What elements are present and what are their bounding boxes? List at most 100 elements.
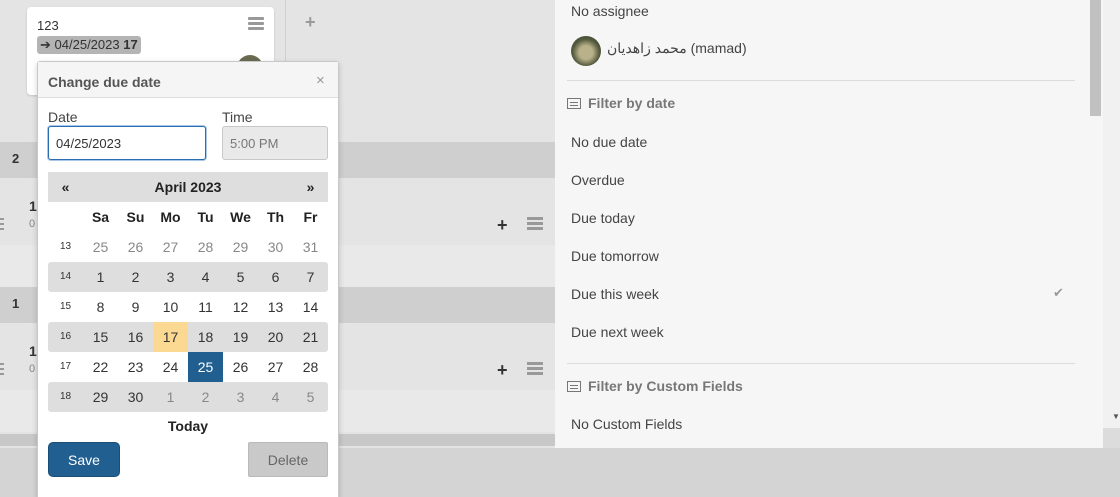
filter-due-this-week[interactable]: Due this week [571,286,659,302]
filter-overdue[interactable]: Overdue [571,172,625,188]
calendar-day[interactable]: 23 [118,352,153,382]
add-card-button[interactable]: + [497,215,508,236]
filter-no-due-date[interactable]: No due date [571,134,647,150]
calendar-day[interactable]: 3 [223,382,258,412]
calendar-day[interactable]: 10 [153,292,188,322]
calendar-day[interactable]: 7 [293,262,328,292]
calendar-day[interactable]: 26 [223,352,258,382]
calendar-day[interactable]: 29 [223,232,258,262]
list-menu-icon[interactable] [527,217,543,232]
calendar-day[interactable]: 20 [258,322,293,352]
filter-due-next-week[interactable]: Due next week [571,324,664,340]
due-date-text: 04/25/2023 [54,37,120,52]
calendar-day[interactable]: 4 [188,262,223,292]
calendar-day[interactable]: 29 [83,382,118,412]
calendar-day[interactable]: 12 [223,292,258,322]
calendar-day[interactable]: 9 [118,292,153,322]
calendar-day[interactable]: 30 [258,232,293,262]
calendar-week-row: 15 8 9 10 11 12 13 14 [48,292,328,322]
calendar-day[interactable]: 28 [188,232,223,262]
calendar-day[interactable]: 30 [118,382,153,412]
calendar-day[interactable]: 1 [153,382,188,412]
calendar-day[interactable]: 14 [293,292,328,322]
list-menu-icon[interactable] [527,362,543,377]
calendar-day[interactable]: 25 [83,232,118,262]
divider [567,363,1075,364]
calendar-day[interactable]: 19 [223,322,258,352]
sidebar-scrollbar-track[interactable] [1103,0,1120,428]
week-number: 15 [59,301,72,312]
time-label: Time [222,109,253,125]
week-number: 13 [59,241,72,252]
weekday-header: We [230,209,251,225]
calendar-day[interactable]: 25 [188,352,223,382]
weekday-header: Fr [303,209,318,225]
weekday-header-row: Sa Su Mo Tu We Th Fr [48,202,328,232]
calendar-day[interactable]: 31 [293,232,328,262]
prev-month-button[interactable]: « [48,172,83,202]
add-card-button[interactable]: + [497,360,508,381]
calendar-day[interactable]: 1 [83,262,118,292]
filter-member[interactable]: محمد زاهدیان (mamad) [607,40,747,57]
popup-title: Change due date [48,74,161,90]
calendar-week-row: 17 22 23 24 25 26 27 28 [48,352,328,382]
drag-handle-icon[interactable] [0,363,4,378]
calendar-day[interactable]: 4 [258,382,293,412]
calendar-day[interactable]: 22 [83,352,118,382]
card-menu-icon[interactable] [248,17,264,32]
add-list-button[interactable]: + [305,12,316,33]
next-month-button[interactable]: » [293,172,328,202]
time-input[interactable] [222,126,328,160]
calendar-day[interactable]: 8 [83,292,118,322]
calendar-day[interactable]: 11 [188,292,223,322]
scroll-down-arrow-icon[interactable]: ▼ [1112,412,1120,421]
calendar-day[interactable]: 27 [258,352,293,382]
calendar-day[interactable]: 13 [258,292,293,322]
calendar-day[interactable]: 2 [188,382,223,412]
weekday-header: Mo [160,209,181,225]
calendar-day[interactable]: 27 [153,232,188,262]
drag-handle-icon[interactable] [0,218,4,233]
filter-by-custom-fields-heading: Filter by Custom Fields [567,378,743,394]
calendar-day[interactable]: 6 [258,262,293,292]
filter-by-custom-fields-label: Filter by Custom Fields [588,378,743,394]
sidebar-scrollbar-thumb[interactable] [1090,0,1101,116]
calendar-day[interactable]: 17 [153,322,188,352]
filter-no-custom-fields[interactable]: No Custom Fields [571,416,682,432]
calendar-weeks: 13 25 26 27 28 29 30 31 14 1 2 3 4 5 6 7 15 8 9 10 11 12 13 14 1… [48,232,328,412]
weekday-header: Tu [197,209,214,225]
check-icon: ✔ [1053,285,1064,300]
lane-card-number: 1 [29,343,37,359]
filter-by-date-heading: Filter by date [567,95,675,111]
date-input[interactable] [48,126,206,160]
filter-due-tomorrow[interactable]: Due tomorrow [571,248,659,264]
calendar-day[interactable]: 2 [118,262,153,292]
calendar-week-row: 13 25 26 27 28 29 30 31 [48,232,328,262]
calendar-day[interactable]: 26 [118,232,153,262]
popup-header: Change due date × [38,62,338,98]
calendar-day[interactable]: 5 [293,382,328,412]
calendar-day[interactable]: 21 [293,322,328,352]
calendar-day[interactable]: 3 [153,262,188,292]
month-switch[interactable]: April 2023 [83,172,293,202]
close-icon[interactable]: × [316,72,325,89]
calendar-day[interactable]: 5 [223,262,258,292]
calendar: « April 2023 » Sa Su Mo Tu We Th Fr 13 25… [48,172,328,412]
lane-card-sub: 0 [29,363,36,375]
list-icon [567,98,581,109]
save-button[interactable]: Save [48,442,120,477]
calendar-day[interactable]: 24 [153,352,188,382]
due-date-badge[interactable]: ➔ 04/25/2023 17 [37,36,141,54]
calendar-day[interactable]: 18 [188,322,223,352]
calendar-week-row: 14 1 2 3 4 5 6 7 [48,262,328,292]
filter-due-today[interactable]: Due today [571,210,635,226]
divider [567,80,1075,81]
sign-in-icon: ➔ [40,37,51,52]
calendar-day[interactable]: 16 [118,322,153,352]
calendar-nav: « April 2023 » [48,172,328,202]
delete-button[interactable]: Delete [248,442,328,477]
filter-no-assignee[interactable]: No assignee [571,3,649,19]
calendar-day[interactable]: 28 [293,352,328,382]
calendar-day[interactable]: 15 [83,322,118,352]
today-button[interactable]: Today [48,418,328,434]
